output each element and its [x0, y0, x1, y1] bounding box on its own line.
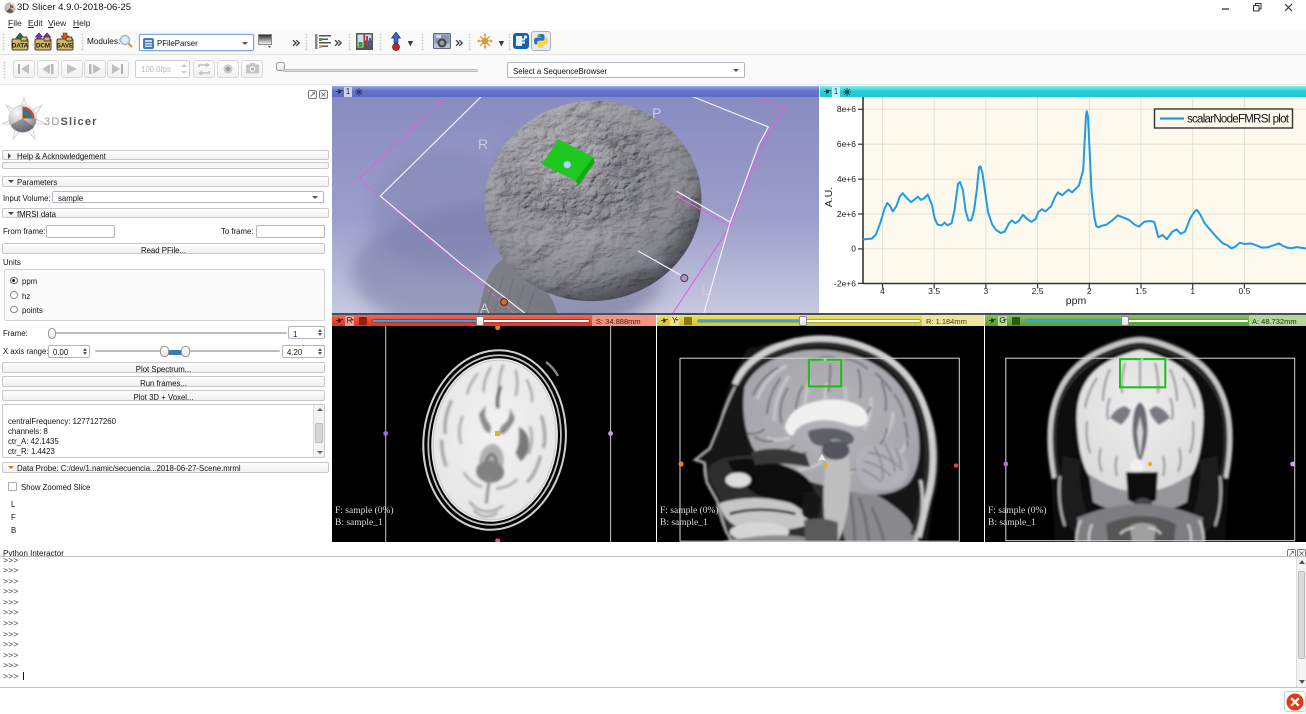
svg-text:6e+6: 6e+6	[837, 139, 856, 149]
svg-text:2.5: 2.5	[1032, 286, 1044, 296]
svg-text:DATA: DATA	[12, 43, 29, 50]
svg-text:L: L	[701, 282, 709, 298]
svg-text:8e+6: 8e+6	[837, 104, 856, 114]
svg-text:3: 3	[984, 286, 989, 296]
svg-text:4: 4	[880, 286, 885, 296]
svg-text:SAVE: SAVE	[57, 43, 73, 50]
svg-text:ppm: ppm	[1066, 295, 1087, 307]
svg-text:P: P	[652, 105, 661, 121]
svg-text:A.U.: A.U.	[823, 187, 835, 207]
svg-text:1: 1	[1190, 286, 1195, 296]
svg-text:DCM: DCM	[36, 43, 50, 50]
svg-text:4e+6: 4e+6	[837, 174, 856, 184]
svg-text:2: 2	[1087, 286, 1092, 296]
svg-text:1.5: 1.5	[1135, 286, 1147, 296]
svg-text:0: 0	[851, 244, 856, 254]
svg-text:3.5: 3.5	[928, 286, 940, 296]
svg-text:scalarNodeFMRSI plot: scalarNodeFMRSI plot	[1187, 114, 1290, 126]
svg-text:-2e+6: -2e+6	[834, 279, 856, 289]
svg-text:0.5: 0.5	[1238, 286, 1250, 296]
svg-text:2e+6: 2e+6	[837, 209, 856, 219]
svg-text:A: A	[480, 300, 490, 313]
svg-text:R: R	[478, 136, 488, 152]
